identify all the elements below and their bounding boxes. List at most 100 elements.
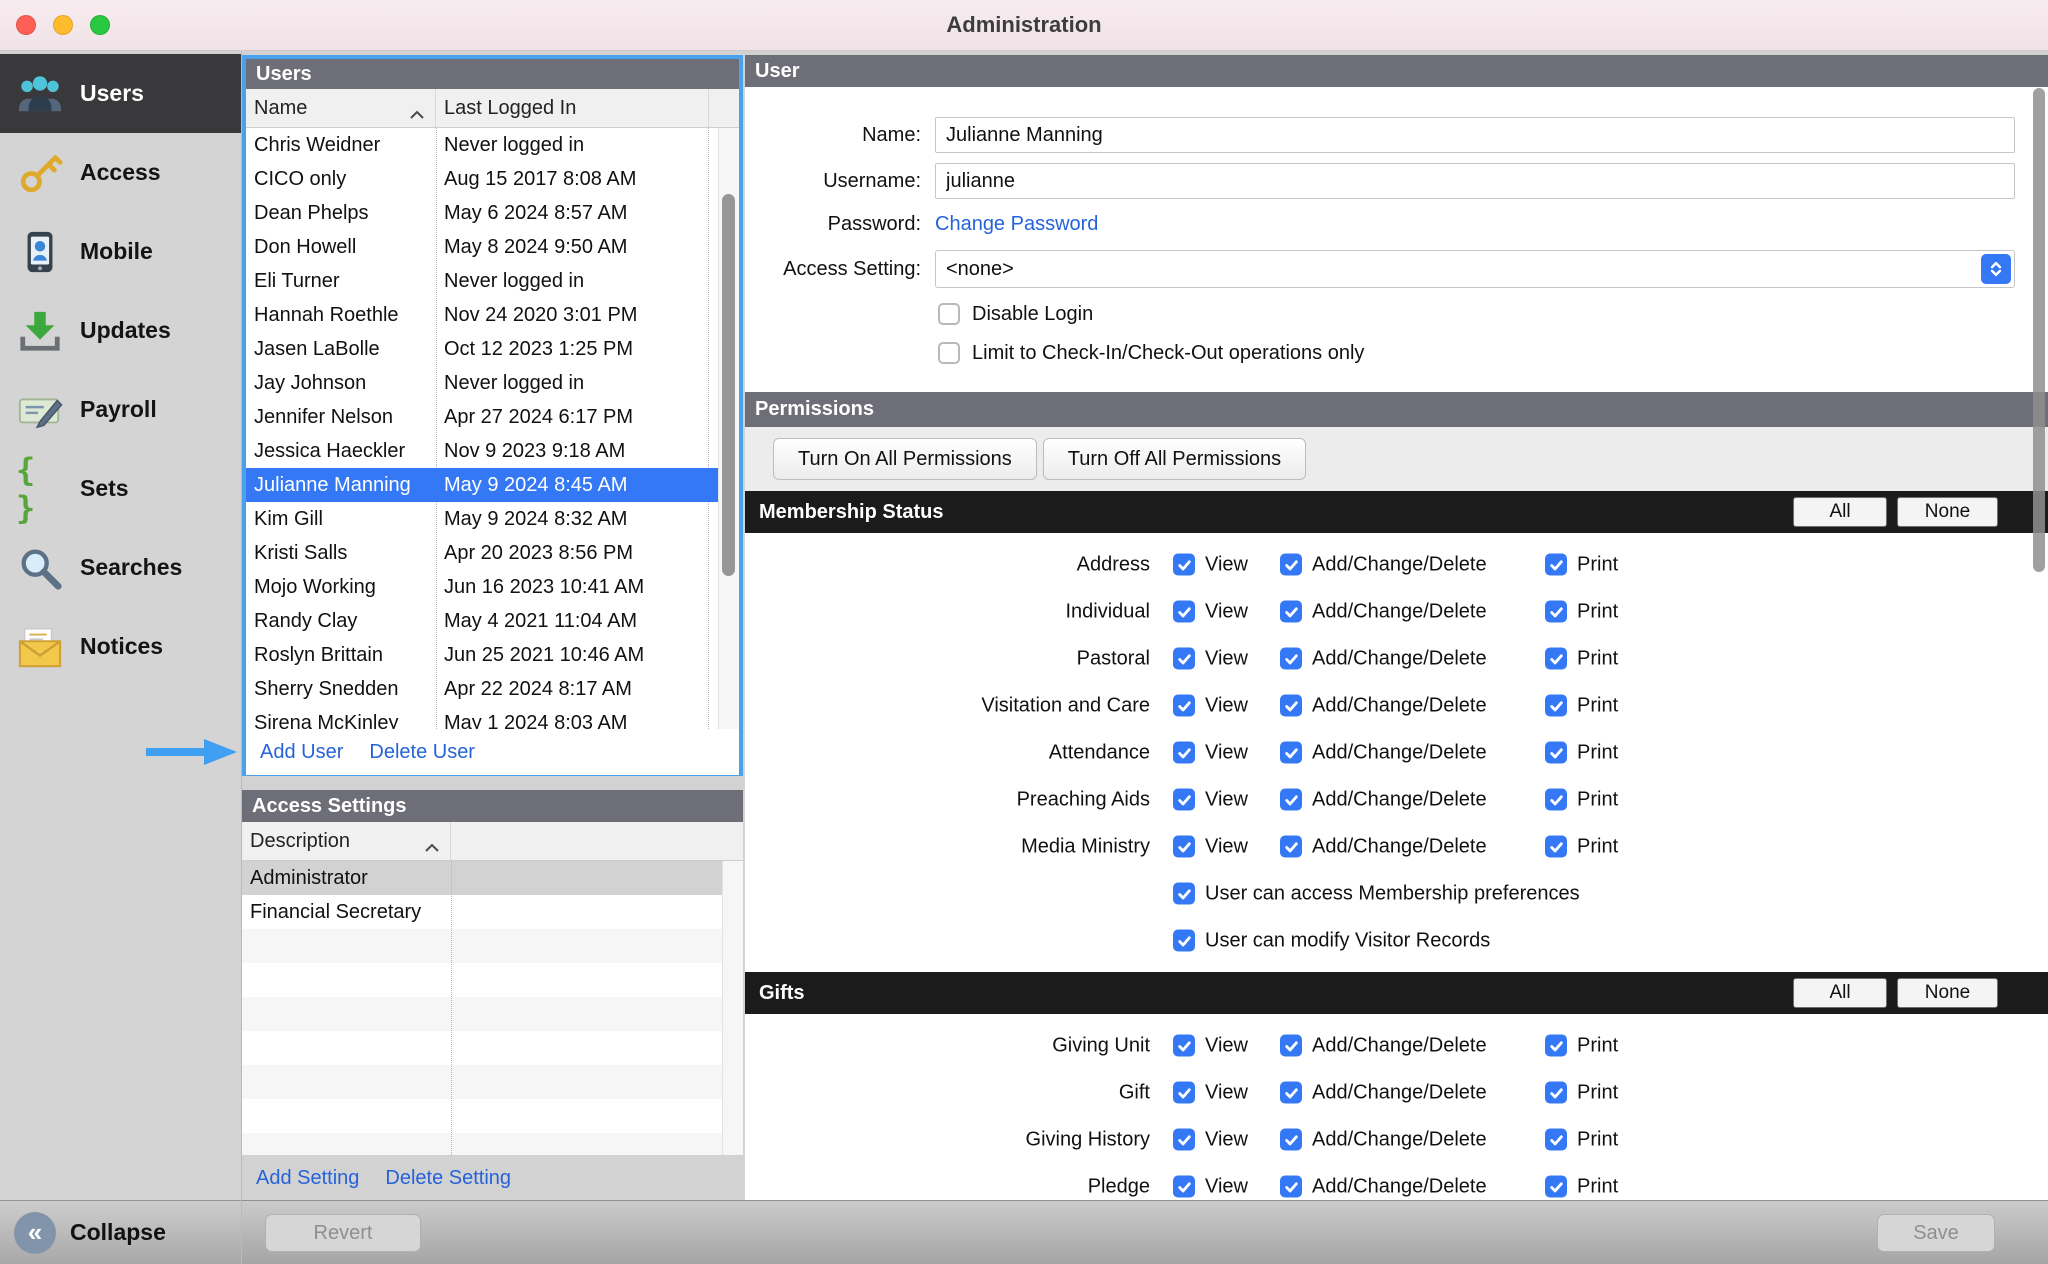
print-checkbox[interactable]: [1545, 1035, 1567, 1057]
print-checkbox[interactable]: [1545, 695, 1567, 717]
add-setting-link[interactable]: Add Setting: [256, 1167, 359, 1190]
add-change-delete-checkbox[interactable]: [1280, 789, 1302, 811]
users-table-row[interactable]: Hannah RoethleNov 24 2020 3:01 PM: [246, 298, 739, 332]
sidebar-item-notices[interactable]: Notices: [0, 607, 241, 686]
delete-user-link[interactable]: Delete User: [369, 741, 475, 764]
add-change-delete-checkbox[interactable]: [1280, 742, 1302, 764]
zoom-window-button[interactable]: [90, 15, 110, 35]
users-table-row[interactable]: Mojo WorkingJun 16 2023 10:41 AM: [246, 570, 739, 604]
print-label: Print: [1577, 741, 1618, 764]
users-table-row[interactable]: Sherry SneddenApr 22 2024 8:17 AM: [246, 672, 739, 706]
users-column-lastlogin[interactable]: Last Logged In: [436, 89, 739, 127]
select-all-button[interactable]: All: [1793, 497, 1887, 527]
access-setting-row[interactable]: Administrator: [242, 861, 743, 895]
user-panel-scrollbar-thumb[interactable]: [2033, 88, 2045, 572]
users-table-row[interactable]: CICO onlyAug 15 2017 8:08 AM: [246, 162, 739, 196]
permission-row: AttendanceViewAdd/Change/DeletePrint: [745, 729, 2048, 776]
users-table-row[interactable]: Kristi SallsApr 20 2023 8:56 PM: [246, 536, 739, 570]
extra-permission-checkbox[interactable]: [1173, 883, 1195, 905]
access-scrollbar[interactable]: [722, 861, 743, 1155]
users-scrollbar[interactable]: [718, 128, 739, 729]
sidebar-item-label: Users: [80, 80, 144, 107]
sidebar-item-searches[interactable]: Searches: [0, 528, 241, 607]
view-checkbox[interactable]: [1173, 1129, 1195, 1151]
sidebar-item-users[interactable]: Users: [0, 54, 241, 133]
users-table-row[interactable]: Roslyn BrittainJun 25 2021 10:46 AM: [246, 638, 739, 672]
sidebar-item-payroll[interactable]: Payroll: [0, 370, 241, 449]
view-checkbox[interactable]: [1173, 1082, 1195, 1104]
users-column-name[interactable]: Name: [246, 89, 436, 127]
users-table-row[interactable]: Eli TurnerNever logged in: [246, 264, 739, 298]
revert-button[interactable]: Revert: [265, 1214, 421, 1252]
cico-limit-checkbox[interactable]: [938, 342, 960, 364]
view-checkbox[interactable]: [1173, 601, 1195, 623]
turn-on-all-permissions-button[interactable]: Turn On All Permissions: [773, 438, 1037, 480]
print-checkbox[interactable]: [1545, 742, 1567, 764]
add-change-delete-checkbox[interactable]: [1280, 648, 1302, 670]
view-checkbox[interactable]: [1173, 554, 1195, 576]
extra-permission-checkbox[interactable]: [1173, 930, 1195, 952]
sidebar-item-mobile[interactable]: Mobile: [0, 212, 241, 291]
add-change-delete-checkbox[interactable]: [1280, 601, 1302, 623]
name-field-label: Name:: [745, 124, 921, 147]
change-password-link[interactable]: Change Password: [935, 213, 1098, 236]
print-checkbox[interactable]: [1545, 789, 1567, 811]
name-input[interactable]: [935, 117, 2015, 153]
collapse-button[interactable]: « Collapse: [0, 1200, 241, 1264]
view-checkbox[interactable]: [1173, 648, 1195, 670]
add-change-delete-checkbox[interactable]: [1280, 836, 1302, 858]
add-change-delete-checkbox[interactable]: [1280, 1129, 1302, 1151]
users-scrollbar-thumb[interactable]: [722, 194, 735, 576]
save-button[interactable]: Save: [1877, 1214, 1995, 1252]
access-setting-row[interactable]: Financial Secretary: [242, 895, 743, 929]
magnifier-icon: [16, 544, 64, 592]
view-checkbox[interactable]: [1173, 1035, 1195, 1057]
users-table-row[interactable]: Jennifer NelsonApr 27 2024 6:17 PM: [246, 400, 739, 434]
sidebar-item-access[interactable]: Access: [0, 133, 241, 212]
print-checkbox[interactable]: [1545, 601, 1567, 623]
select-none-button[interactable]: None: [1897, 978, 1998, 1008]
users-table-row[interactable]: Julianne ManningMay 9 2024 8:45 AM: [246, 468, 739, 502]
add-user-link[interactable]: Add User: [260, 741, 343, 764]
sidebar-item-sets[interactable]: { }Sets: [0, 449, 241, 528]
view-checkbox[interactable]: [1173, 836, 1195, 858]
access-column-description[interactable]: Description: [242, 822, 451, 860]
print-checkbox[interactable]: [1545, 1129, 1567, 1151]
add-change-delete-checkbox[interactable]: [1280, 1035, 1302, 1057]
close-window-button[interactable]: [16, 15, 36, 35]
disable-login-checkbox[interactable]: [938, 303, 960, 325]
users-table-row[interactable]: Jessica HaecklerNov 9 2023 9:18 AM: [246, 434, 739, 468]
add-change-delete-checkbox[interactable]: [1280, 1082, 1302, 1104]
view-checkbox[interactable]: [1173, 742, 1195, 764]
turn-off-all-permissions-button[interactable]: Turn Off All Permissions: [1043, 438, 1306, 480]
print-checkbox[interactable]: [1545, 836, 1567, 858]
users-table-row[interactable]: Chris WeidnerNever logged in: [246, 128, 739, 162]
users-table-row[interactable]: Jay JohnsonNever logged in: [246, 366, 739, 400]
print-checkbox[interactable]: [1545, 1176, 1567, 1198]
users-table-row[interactable]: Dean PhelpsMay 6 2024 8:57 AM: [246, 196, 739, 230]
view-checkbox[interactable]: [1173, 789, 1195, 811]
users-table-row[interactable]: Don HowellMay 8 2024 9:50 AM: [246, 230, 739, 264]
users-table-row[interactable]: Jasen LaBolleOct 12 2023 1:25 PM: [246, 332, 739, 366]
print-checkbox[interactable]: [1545, 648, 1567, 670]
user-name-cell: CICO only: [246, 168, 436, 191]
username-field-label: Username:: [745, 170, 921, 193]
select-all-button[interactable]: All: [1793, 978, 1887, 1008]
users-table-row[interactable]: Kim GillMay 9 2024 8:32 AM: [246, 502, 739, 536]
access-setting-dropdown[interactable]: <none>: [935, 250, 2015, 288]
minimize-window-button[interactable]: [53, 15, 73, 35]
add-change-delete-checkbox[interactable]: [1280, 554, 1302, 576]
add-change-delete-checkbox[interactable]: [1280, 1176, 1302, 1198]
sidebar-item-updates[interactable]: Updates: [0, 291, 241, 370]
print-checkbox[interactable]: [1545, 554, 1567, 576]
users-table-row[interactable]: Sirena McKinleyMay 1 2024 8:03 AM: [246, 706, 739, 729]
delete-setting-link[interactable]: Delete Setting: [385, 1167, 511, 1190]
view-checkbox[interactable]: [1173, 1176, 1195, 1198]
add-change-delete-label: Add/Change/Delete: [1312, 788, 1487, 811]
users-table-row[interactable]: Randy ClayMay 4 2021 11:04 AM: [246, 604, 739, 638]
view-checkbox[interactable]: [1173, 695, 1195, 717]
add-change-delete-checkbox[interactable]: [1280, 695, 1302, 717]
username-input[interactable]: [935, 163, 2015, 199]
print-checkbox[interactable]: [1545, 1082, 1567, 1104]
select-none-button[interactable]: None: [1897, 497, 1998, 527]
